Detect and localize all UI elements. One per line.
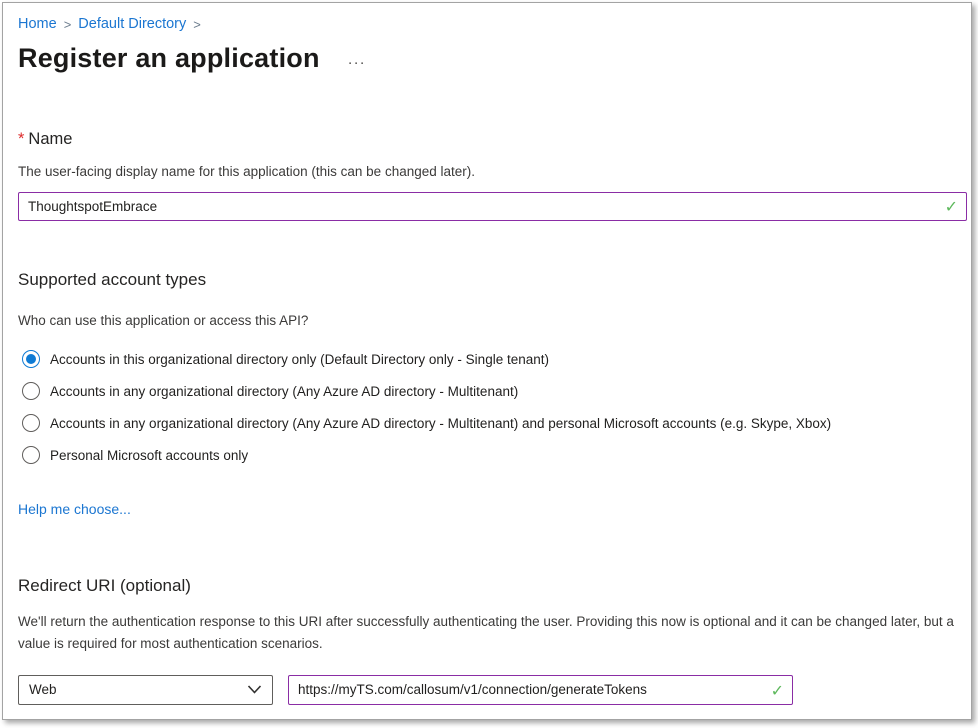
radio-label: Personal Microsoft accounts only [50, 448, 248, 463]
page-title: Register an application [18, 43, 320, 74]
radio-label: Accounts in this organizational director… [50, 352, 549, 367]
supported-account-types-heading: Supported account types [18, 270, 957, 290]
required-asterisk: * [18, 130, 24, 148]
redirect-uri-heading: Redirect URI (optional) [18, 576, 957, 596]
chevron-down-icon [247, 685, 262, 694]
radio-multitenant[interactable]: Accounts in any organizational directory… [18, 375, 957, 407]
radio-multitenant-personal[interactable]: Accounts in any organizational directory… [18, 407, 957, 439]
redirect-uri-input[interactable] [288, 675, 793, 705]
redirect-uri-description: We'll return the authentication response… [18, 611, 957, 656]
redirect-uri-controls: Web ✓ [18, 675, 957, 705]
uri-input-wrapper: ✓ [288, 675, 793, 705]
radio-single-tenant[interactable]: Accounts in this organizational director… [18, 343, 957, 375]
account-type-radio-group: Accounts in this organizational director… [18, 343, 957, 471]
register-application-page: Home > Default Directory > Register an a… [2, 2, 972, 720]
name-input-wrapper: ✓ [18, 192, 967, 221]
radio-button-icon[interactable] [22, 446, 40, 464]
radio-button-icon[interactable] [22, 382, 40, 400]
breadcrumb-default-directory-link[interactable]: Default Directory [78, 16, 186, 32]
breadcrumb: Home > Default Directory > [18, 16, 957, 32]
radio-label: Accounts in any organizational directory… [50, 416, 831, 431]
radio-button-icon[interactable] [22, 350, 40, 368]
name-field-label: *Name [18, 130, 957, 149]
name-label-text: Name [28, 130, 72, 148]
help-me-choose-link[interactable]: Help me choose... [18, 501, 131, 517]
radio-button-icon[interactable] [22, 414, 40, 432]
name-field-description: The user-facing display name for this ap… [18, 164, 957, 179]
breadcrumb-separator-icon: > [193, 17, 201, 32]
account-types-question: Who can use this application or access t… [18, 313, 957, 328]
breadcrumb-separator-icon: > [64, 17, 72, 32]
radio-label: Accounts in any organizational directory… [50, 384, 518, 399]
platform-selected-value: Web [29, 682, 57, 697]
title-row: Register an application ··· [18, 43, 957, 74]
breadcrumb-home-link[interactable]: Home [18, 16, 57, 32]
platform-select-dropdown[interactable]: Web [18, 675, 273, 705]
more-options-button[interactable]: ··· [348, 54, 366, 71]
radio-personal-only[interactable]: Personal Microsoft accounts only [18, 439, 957, 471]
name-input[interactable] [18, 192, 967, 221]
